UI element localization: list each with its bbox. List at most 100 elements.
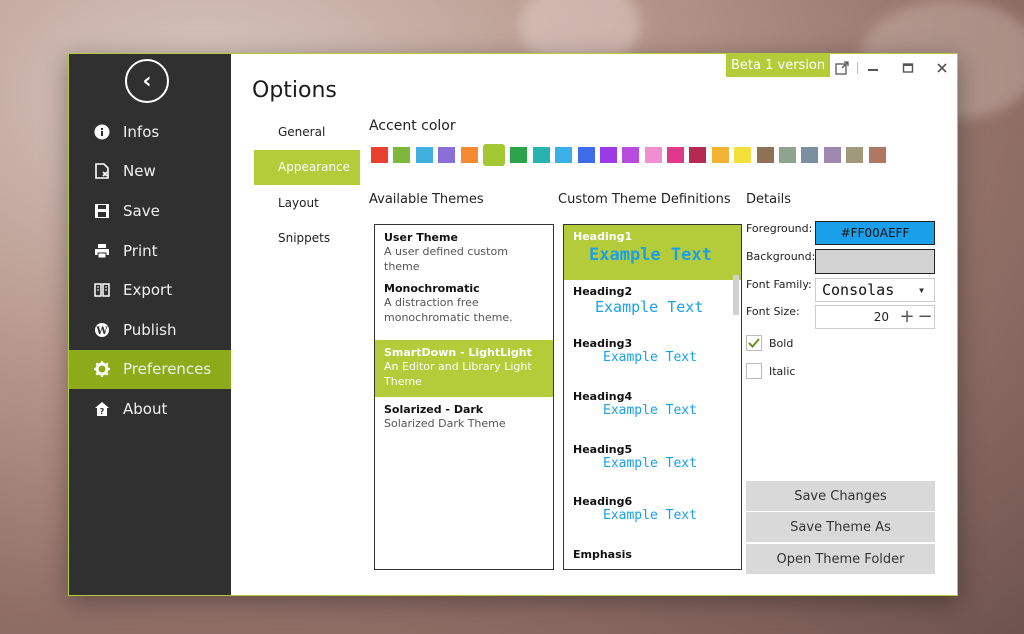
- sidebar-nav: Infos New Save Print Export W Publish Pr…: [69, 112, 231, 429]
- sidebar-item-print[interactable]: Print: [69, 231, 231, 271]
- foreground-color-picker[interactable]: #FF00AEFF: [815, 221, 935, 245]
- italic-checkbox[interactable]: [746, 363, 762, 379]
- theme-name: SmartDown - LightLight: [384, 346, 532, 359]
- definition-item-heading3[interactable]: Heading3 Example Text: [564, 332, 741, 385]
- sidebar-item-label: Save: [123, 201, 160, 220]
- definition-item-heading2[interactable]: Heading2 Example Text: [564, 280, 741, 332]
- accent-swatch[interactable]: [868, 147, 886, 163]
- accent-swatch[interactable]: [756, 147, 774, 163]
- options-window: ‹ Infos New Save Print Export W Publish …: [68, 53, 958, 596]
- titlebar-divider: [857, 62, 858, 74]
- accent-swatch[interactable]: [711, 147, 729, 163]
- font-size-stepper[interactable]: 20 + −: [815, 305, 935, 329]
- sidebar-item-export[interactable]: Export: [69, 270, 231, 310]
- about-icon: ?: [93, 400, 111, 418]
- page-title: Options: [252, 78, 337, 103]
- accent-swatch[interactable]: [482, 144, 505, 166]
- maximize-button[interactable]: [896, 58, 920, 78]
- accent-swatch[interactable]: [689, 147, 707, 163]
- chevron-down-icon: ▼: [919, 286, 924, 295]
- back-button[interactable]: ‹: [125, 59, 169, 103]
- definition-item-heading5[interactable]: Heading5 Example Text: [564, 438, 741, 490]
- definition-sample: Example Text: [603, 508, 697, 523]
- close-icon: [937, 63, 947, 73]
- list-scrollbar[interactable]: [733, 275, 739, 315]
- gear-icon: [93, 360, 111, 378]
- accent-swatch[interactable]: [823, 147, 841, 163]
- definition-item-heading4[interactable]: Heading4 Example Text: [564, 385, 741, 438]
- theme-item-solarized-dark[interactable]: Solarized - Dark Solarized Dark Theme: [375, 397, 553, 436]
- sidebar-item-new[interactable]: New: [69, 152, 231, 192]
- accent-color-swatches: [371, 144, 891, 166]
- accent-swatch[interactable]: [393, 147, 411, 163]
- increase-icon[interactable]: +: [898, 308, 916, 326]
- available-themes-list[interactable]: User Theme A user defined custom theme M…: [374, 224, 554, 570]
- accent-swatch[interactable]: [460, 147, 478, 163]
- sidebar-item-infos[interactable]: Infos: [69, 112, 231, 152]
- definition-sample: Example Text: [595, 298, 704, 316]
- accent-swatch[interactable]: [622, 147, 640, 163]
- accent-swatch[interactable]: [846, 147, 864, 163]
- theme-item-user-theme[interactable]: User Theme A user defined custom theme: [375, 225, 553, 273]
- decrease-icon[interactable]: −: [916, 308, 934, 326]
- theme-item-smartdown-lightlight[interactable]: SmartDown - LightLight An Editor and Lib…: [375, 340, 553, 397]
- accent-swatch[interactable]: [801, 147, 819, 163]
- save-theme-as-button[interactable]: Save Theme As: [746, 512, 935, 542]
- sidebar-item-preferences[interactable]: Preferences: [69, 349, 231, 390]
- accent-swatch[interactable]: [415, 147, 433, 163]
- save-changes-button[interactable]: Save Changes: [746, 481, 935, 511]
- definition-item-heading6[interactable]: Heading6 Example Text: [564, 490, 741, 543]
- accent-swatch[interactable]: [644, 147, 662, 163]
- available-themes-label: Available Themes: [369, 192, 484, 207]
- popout-button[interactable]: [830, 58, 854, 78]
- checkmark-icon: [748, 338, 760, 348]
- open-theme-folder-button[interactable]: Open Theme Folder: [746, 544, 935, 574]
- popout-icon: [835, 61, 849, 75]
- tab-snippets[interactable]: Snippets: [254, 221, 360, 257]
- details-label: Details: [746, 192, 792, 207]
- definition-item-emphasis[interactable]: Emphasis: [564, 543, 741, 569]
- accent-swatch[interactable]: [599, 147, 617, 163]
- new-document-icon: [93, 162, 111, 180]
- accent-swatch[interactable]: [532, 147, 550, 163]
- sidebar-item-publish[interactable]: W Publish: [69, 310, 231, 350]
- accent-swatch[interactable]: [779, 147, 797, 163]
- minimize-button[interactable]: [861, 58, 885, 78]
- tab-appearance[interactable]: Appearance: [254, 149, 360, 185]
- definition-name: Emphasis: [573, 548, 632, 561]
- svg-text:W: W: [95, 326, 108, 337]
- tab-layout[interactable]: Layout: [254, 185, 360, 221]
- sidebar-item-label: Infos: [123, 122, 160, 141]
- wordpress-icon: W: [93, 321, 111, 339]
- back-arrow-icon: ‹: [142, 68, 152, 94]
- sidebar-item-save[interactable]: Save: [69, 191, 231, 231]
- close-button[interactable]: [930, 58, 954, 78]
- theme-item-monochromatic[interactable]: Monochromatic A distraction free monochr…: [375, 270, 553, 340]
- accent-swatch[interactable]: [438, 147, 456, 163]
- accent-swatch[interactable]: [555, 147, 573, 163]
- sidebar-item-label: About: [123, 399, 168, 418]
- font-family-select[interactable]: Consolas ▼: [815, 278, 935, 302]
- tab-general[interactable]: General: [254, 114, 360, 150]
- accent-swatch[interactable]: [577, 147, 595, 163]
- theme-description: Solarized Dark Theme: [384, 417, 506, 430]
- definition-item-heading1[interactable]: Heading1 Example Text: [564, 225, 741, 280]
- accent-swatch[interactable]: [510, 147, 528, 163]
- sidebar-item-label: Print: [123, 241, 158, 260]
- bold-checkbox[interactable]: [746, 335, 762, 351]
- maximize-icon: [902, 63, 914, 73]
- theme-name: Monochromatic: [384, 282, 480, 295]
- theme-description: An Editor and Library Light Theme: [384, 360, 532, 388]
- foreground-label: Foreground:: [746, 222, 813, 235]
- accent-swatch[interactable]: [371, 147, 388, 163]
- sidebar-item-about[interactable]: ? About: [69, 389, 231, 429]
- bold-label: Bold: [769, 337, 794, 350]
- background-color-picker[interactable]: [815, 249, 935, 274]
- italic-label: Italic: [769, 365, 796, 378]
- sidebar-item-label: Export: [123, 281, 173, 300]
- accent-swatch[interactable]: [734, 147, 752, 163]
- sidebar-item-label: Publish: [123, 320, 177, 339]
- theme-name: User Theme: [384, 231, 458, 244]
- theme-definitions-list[interactable]: Heading1 Example Text Heading2 Example T…: [563, 224, 742, 570]
- accent-swatch[interactable]: [667, 147, 685, 163]
